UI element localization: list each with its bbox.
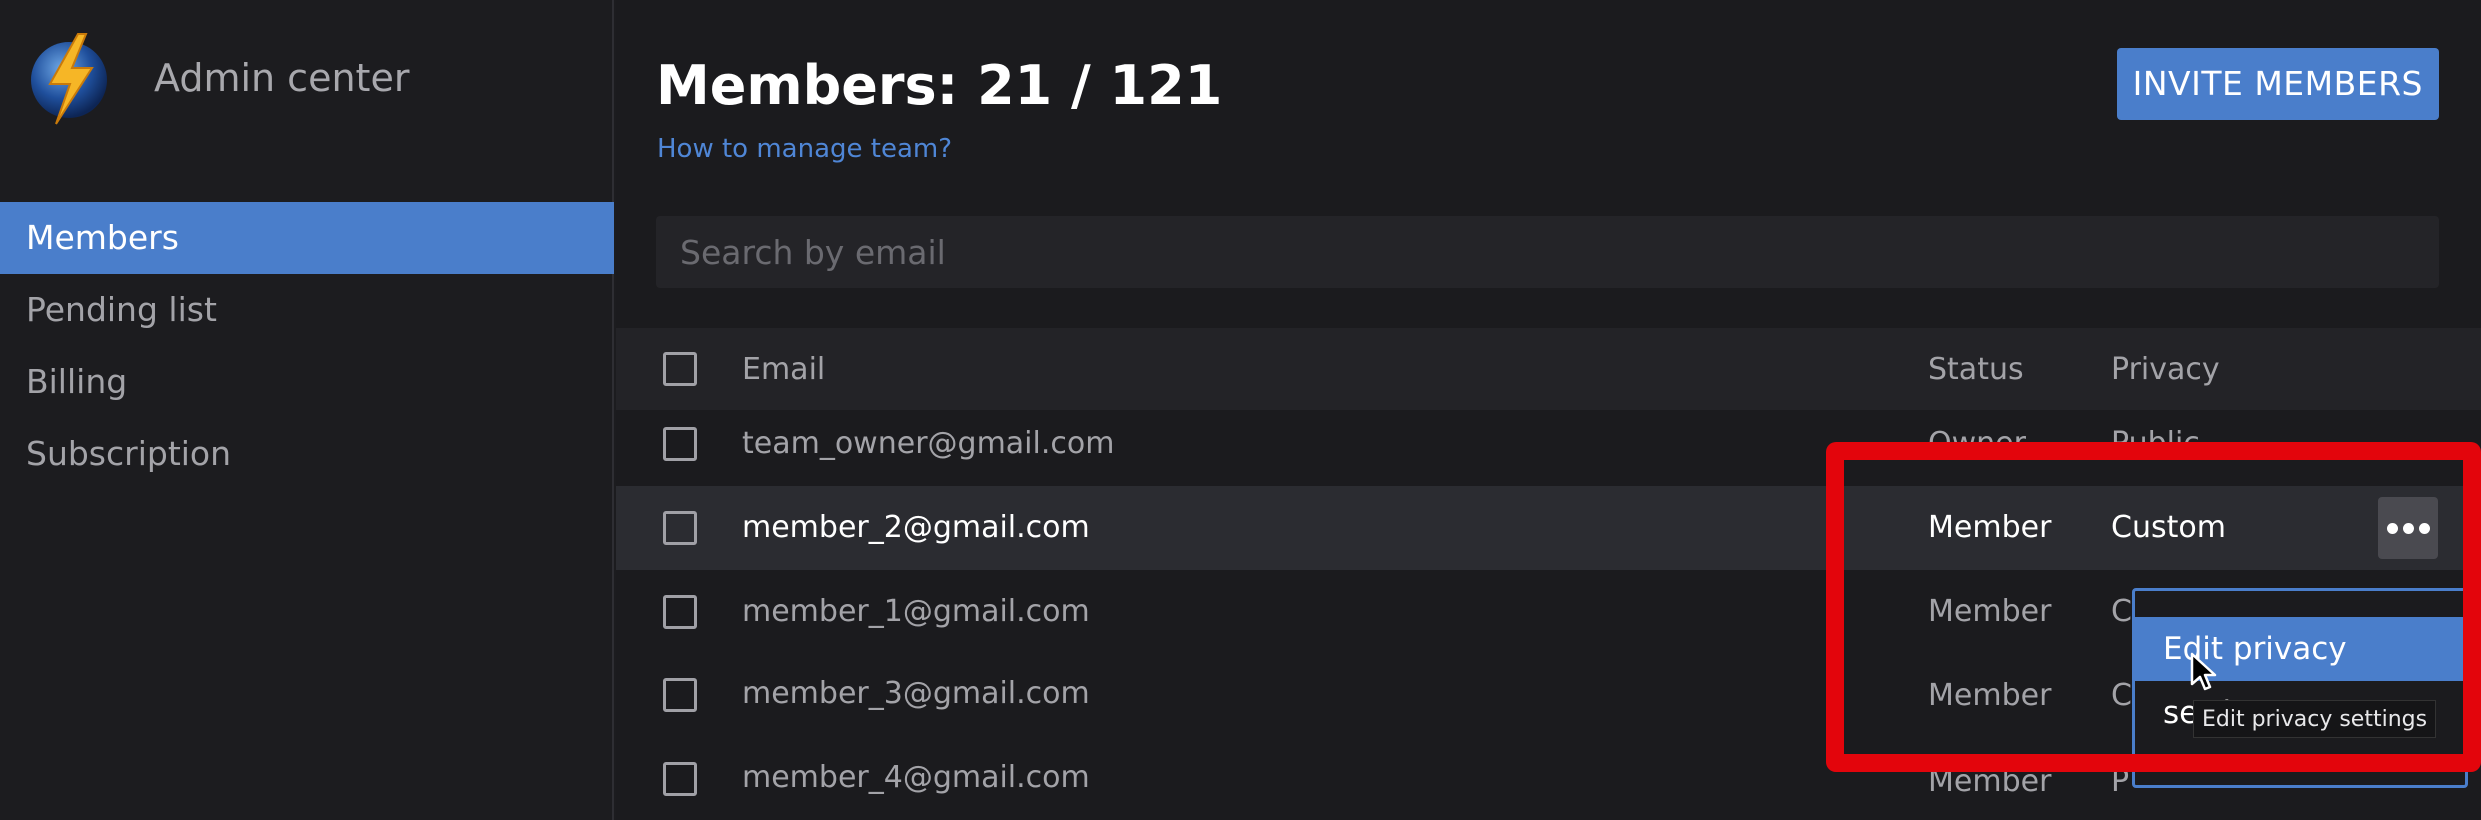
- sidebar-item-billing[interactable]: Billing: [0, 346, 614, 418]
- app-title: Admin center: [154, 56, 410, 100]
- sidebar-item-pending-list[interactable]: Pending list: [0, 274, 614, 346]
- row-email: member_1@gmail.com: [742, 594, 1090, 629]
- select-all-checkbox[interactable]: [663, 352, 697, 386]
- help-link[interactable]: How to manage team?: [657, 134, 952, 164]
- sidebar: Admin center Members Pending list Billin…: [0, 0, 614, 820]
- row-email: member_4@gmail.com: [742, 760, 1090, 795]
- sidebar-item-subscription[interactable]: Subscription: [0, 418, 614, 490]
- row-email: member_3@gmail.com: [742, 676, 1090, 711]
- row-checkbox[interactable]: [663, 678, 697, 712]
- page-title: Members: 21 / 121: [656, 54, 1223, 117]
- row-checkbox[interactable]: [663, 762, 697, 796]
- column-header-status: Status: [1928, 352, 2024, 387]
- lightning-globe-icon: [26, 30, 112, 126]
- column-header-privacy: Privacy: [2111, 352, 2220, 387]
- sidebar-nav: Members Pending list Billing Subscriptio…: [0, 202, 614, 490]
- highlight-box: [1826, 442, 2481, 772]
- row-checkbox[interactable]: [663, 595, 697, 629]
- row-checkbox[interactable]: [663, 511, 697, 545]
- column-header-email: Email: [742, 352, 826, 387]
- invite-members-button[interactable]: INVITE MEMBERS: [2116, 48, 2439, 120]
- row-checkbox[interactable]: [663, 427, 697, 461]
- search-field: [656, 216, 2439, 288]
- row-email: member_2@gmail.com: [742, 510, 1090, 545]
- search-input[interactable]: [656, 216, 2439, 288]
- row-email: team_owner@gmail.com: [742, 426, 1115, 461]
- sidebar-item-members[interactable]: Members: [0, 202, 614, 274]
- table-header: Email Status Privacy: [616, 328, 2481, 410]
